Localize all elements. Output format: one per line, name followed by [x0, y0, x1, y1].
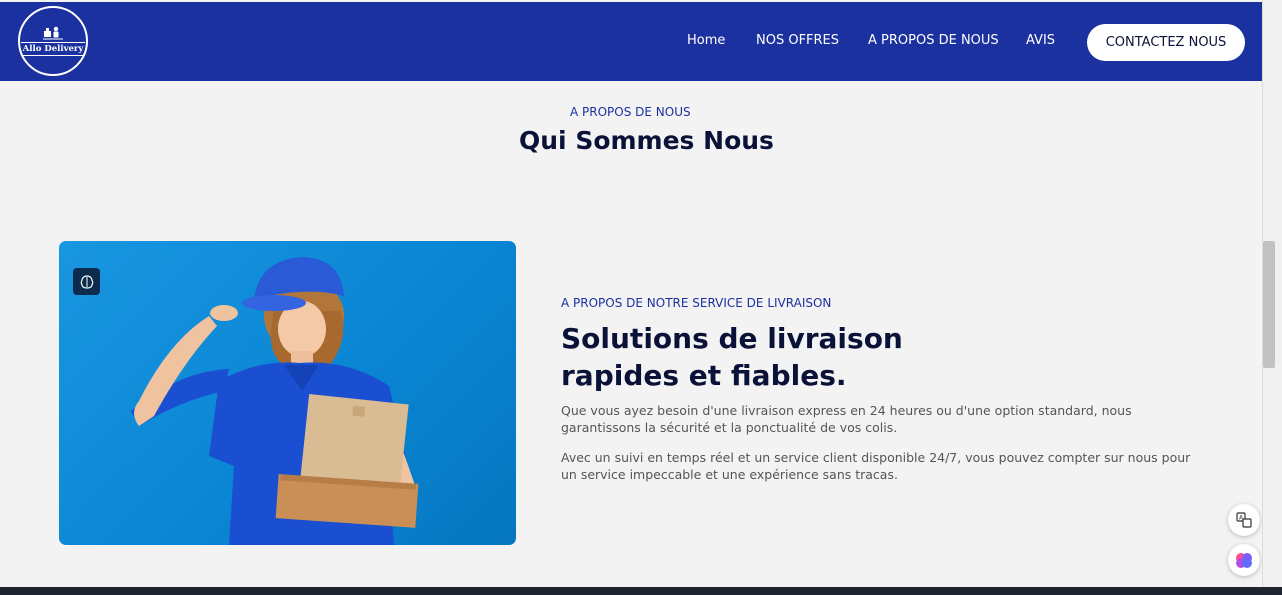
- nav-about[interactable]: A PROPOS DE NOUS: [868, 33, 999, 48]
- os-taskbar: [0, 587, 1282, 595]
- delivery-hero-image: [59, 241, 516, 545]
- nav-home[interactable]: Home: [687, 33, 725, 48]
- about-title-line2: rapides et fiables.: [561, 359, 847, 392]
- delivery-person-icon: [43, 26, 63, 40]
- translate-glyph: A: [1236, 512, 1252, 528]
- brain-assistant-icon[interactable]: [1228, 544, 1260, 576]
- brain-assistant-glyph: [1236, 553, 1252, 568]
- brain-glyph: [80, 274, 93, 289]
- about-eyebrow: A PROPOS DE NOTRE SERVICE DE LIVRAISON: [561, 296, 832, 310]
- about-paragraph-1: Que vous ayez besoin d'une livraison exp…: [561, 403, 1132, 435]
- section-eyebrow: A PROPOS DE NOUS: [570, 105, 691, 119]
- brand-name: Allo Delivery: [20, 42, 86, 56]
- about-title-line1: Solutions de livraison: [561, 322, 903, 355]
- brain-icon[interactable]: [73, 268, 100, 295]
- top-navbar: Allo Delivery Home NOS OFFRES A PROPOS D…: [0, 2, 1262, 81]
- delivery-person-illustration: [131, 257, 419, 545]
- section-title: Qui Sommes Nous: [519, 126, 774, 155]
- brand-logo[interactable]: Allo Delivery: [18, 6, 88, 76]
- translate-icon[interactable]: A: [1228, 504, 1260, 536]
- nav-reviews[interactable]: AVIS: [1026, 33, 1055, 48]
- about-paragraph-2: Avec un suivi en temps réel et un servic…: [561, 450, 1191, 482]
- nav-offers[interactable]: NOS OFFRES: [756, 33, 839, 48]
- contact-button[interactable]: CONTACTEZ NOUS: [1087, 24, 1245, 61]
- scrollbar-thumb[interactable]: [1263, 241, 1275, 368]
